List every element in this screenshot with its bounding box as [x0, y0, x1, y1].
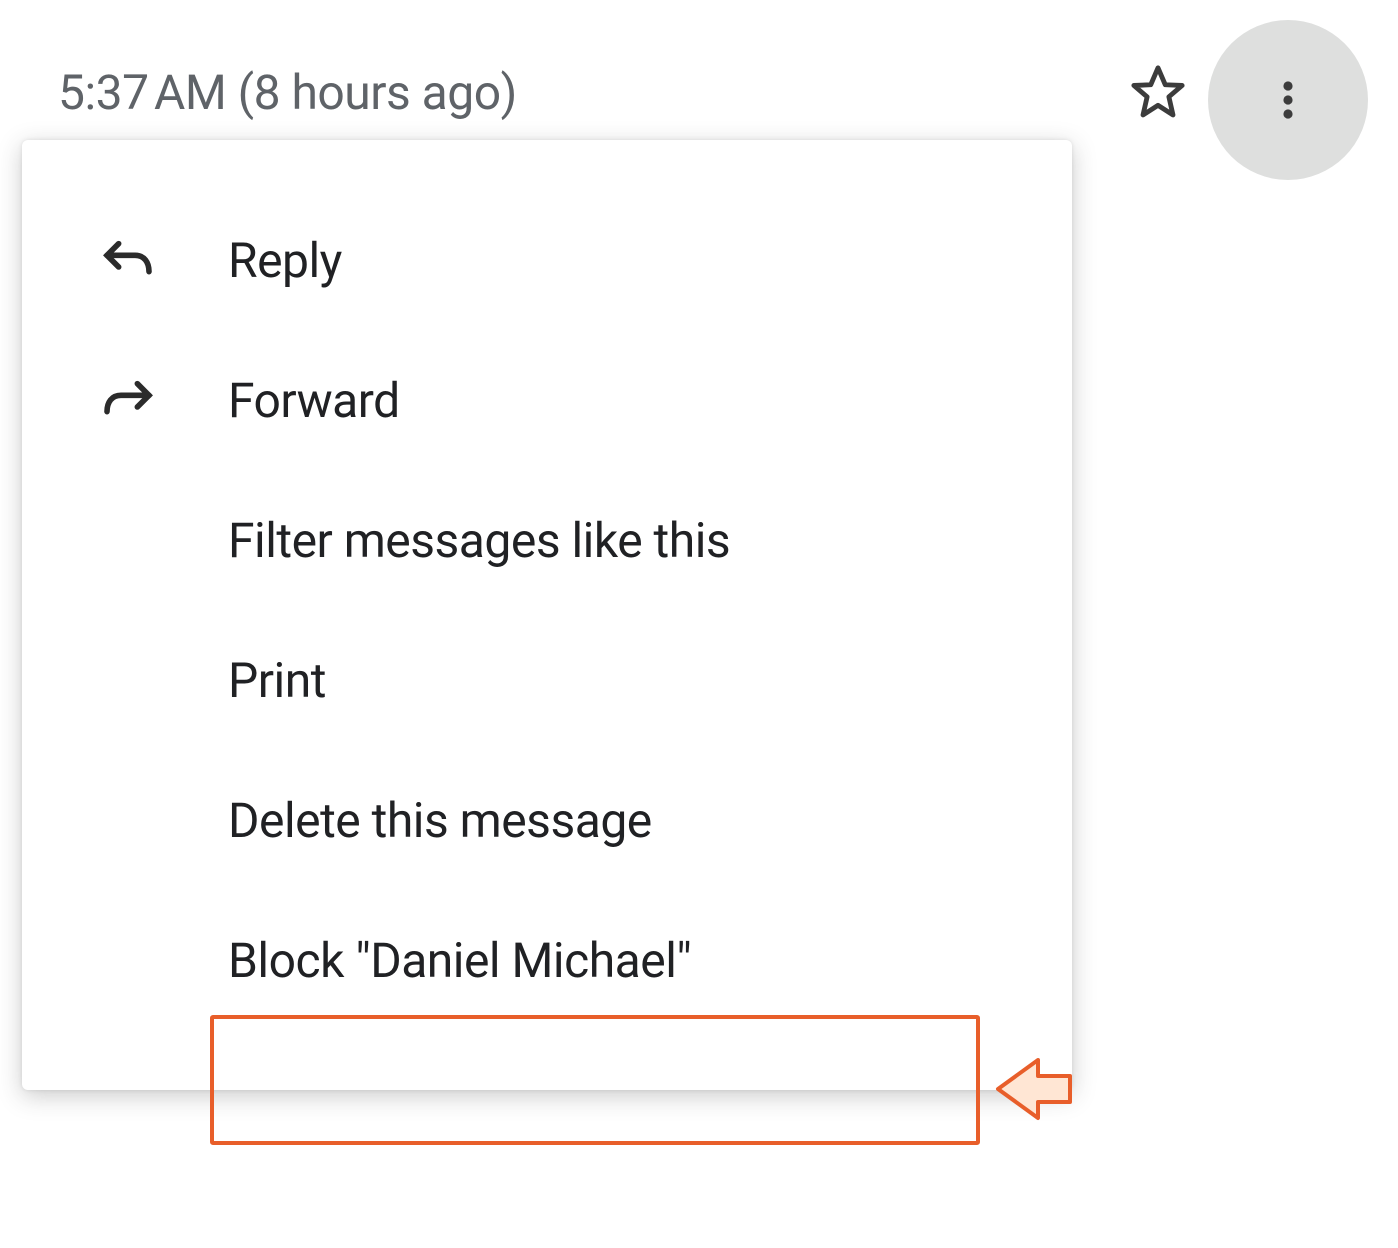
menu-label-delete: Delete this message	[228, 792, 652, 849]
menu-item-forward[interactable]: Forward	[22, 330, 1072, 470]
menu-item-block-sender[interactable]: Block "Daniel Michael"	[22, 890, 1072, 1030]
more-options-button[interactable]	[1208, 20, 1368, 180]
menu-label-filter: Filter messages like this	[228, 512, 730, 569]
reply-arrow-icon	[98, 232, 158, 288]
star-icon[interactable]	[1128, 62, 1188, 122]
menu-label-print: Print	[228, 652, 326, 709]
menu-item-print[interactable]: Print	[22, 610, 1072, 750]
menu-label-reply: Reply	[228, 232, 342, 289]
menu-item-filter[interactable]: Filter messages like this	[22, 470, 1072, 610]
more-vertical-icon	[1264, 76, 1312, 124]
message-header-row: 5:37 AM (8 hours ago)	[58, 62, 1338, 122]
menu-label-block: Block "Daniel Michael"	[228, 932, 691, 989]
menu-item-delete[interactable]: Delete this message	[22, 750, 1072, 890]
menu-item-reply[interactable]: Reply	[22, 190, 1072, 330]
timestamp-label: 5:37 AM (8 hours ago)	[58, 64, 517, 121]
forward-arrow-icon	[98, 372, 158, 428]
menu-label-forward: Forward	[228, 372, 400, 429]
more-options-menu: Reply Forward Filter messages like this …	[22, 140, 1072, 1090]
